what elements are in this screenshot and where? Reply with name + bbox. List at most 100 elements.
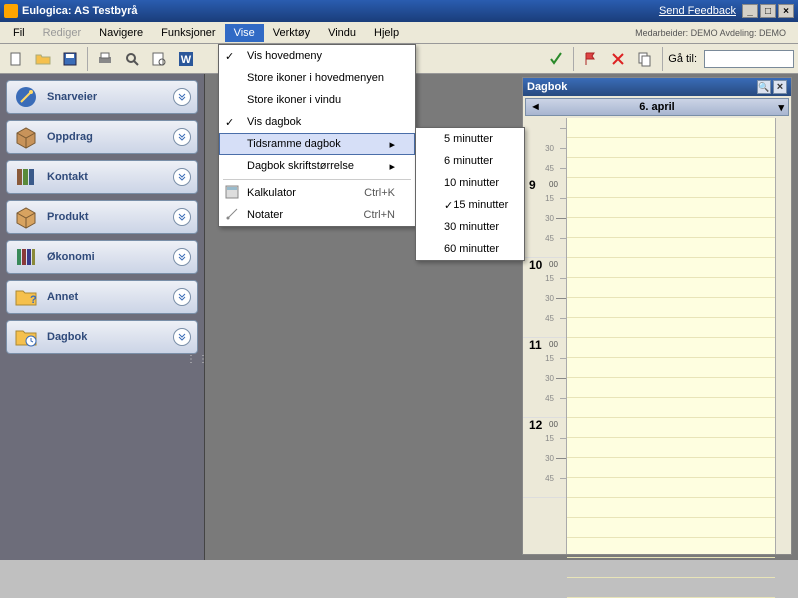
sidebar-item-annet[interactable]: ? Annet — [6, 280, 198, 314]
menu-item-label: Vis hovedmeny — [247, 50, 322, 62]
time-slot[interactable] — [567, 318, 775, 338]
save-icon[interactable] — [58, 47, 82, 71]
copy-icon[interactable] — [633, 47, 657, 71]
menu-item-store-ikoner-i-vindu[interactable]: Store ikoner i vindu — [219, 89, 415, 111]
time-slot[interactable] — [567, 378, 775, 398]
submenu-item-5-minutter[interactable]: 5 minutter — [416, 128, 524, 150]
books-icon — [13, 164, 39, 190]
sidebar-item-label: Produkt — [47, 211, 89, 223]
time-slot[interactable] — [567, 478, 775, 498]
sidebar-item-dagbok[interactable]: Dagbok — [6, 320, 198, 354]
menu-navigere[interactable]: Navigere — [90, 24, 152, 42]
sidebar-item-kontakt[interactable]: Kontakt — [6, 160, 198, 194]
svg-text:W: W — [181, 54, 192, 66]
menu-verktoy[interactable]: Verktøy — [264, 24, 319, 42]
time-slot[interactable] — [567, 158, 775, 178]
menu-item-label: Store ikoner i hovedmenyen — [247, 72, 384, 84]
time-slot[interactable] — [567, 258, 775, 278]
time-slots[interactable] — [567, 118, 775, 554]
close-panel-icon[interactable]: × — [773, 80, 787, 94]
menu-item-dagbok-skriftstørrelse[interactable]: Dagbok skriftstørrelse▸ — [219, 155, 415, 177]
time-slot[interactable] — [567, 518, 775, 538]
menu-item-kalkulator[interactable]: KalkulatorCtrl+K — [219, 182, 415, 204]
sidebar-item-økonomi[interactable]: Økonomi — [6, 240, 198, 274]
date-prev-icon[interactable]: ◄ — [530, 101, 541, 113]
sidebar-item-oppdrag[interactable]: Oppdrag — [6, 120, 198, 154]
time-slot[interactable] — [567, 538, 775, 558]
chevron-down-icon — [173, 248, 191, 266]
menu-item-notater[interactable]: NotaterCtrl+N — [219, 204, 415, 226]
calculator-icon — [225, 185, 241, 201]
dagbok-date-label: 6. april — [639, 101, 674, 113]
shortcut-label: Ctrl+N — [364, 209, 395, 221]
date-dropdown-icon[interactable]: ▾ — [778, 101, 784, 114]
time-slot[interactable] — [567, 398, 775, 418]
menu-fil[interactable]: Fil — [4, 24, 34, 42]
menu-rediger[interactable]: Rediger — [34, 24, 91, 42]
new-icon[interactable] — [4, 47, 28, 71]
time-slot[interactable] — [567, 178, 775, 198]
submenu-item-15-minutter[interactable]: ✓15 minutter — [416, 194, 524, 216]
dagbok-date-bar[interactable]: ◄ 6. april ▾ — [525, 98, 789, 116]
preview-icon[interactable] — [120, 47, 144, 71]
menu-item-store-ikoner-i-hovedmenyen[interactable]: Store ikoner i hovedmenyen — [219, 67, 415, 89]
time-slot[interactable] — [567, 278, 775, 298]
time-slot[interactable] — [567, 578, 775, 598]
time-slot[interactable] — [567, 118, 775, 138]
time-slot[interactable] — [567, 498, 775, 518]
app-icon — [4, 4, 18, 18]
submenu-item-60-minutter[interactable]: 60 minutter — [416, 238, 524, 260]
submenu-item-30-minutter[interactable]: 30 minutter — [416, 216, 524, 238]
time-slot[interactable] — [567, 438, 775, 458]
close-button[interactable]: × — [778, 4, 794, 18]
menu-hjelp[interactable]: Hjelp — [365, 24, 408, 42]
search-icon[interactable]: 🔍 — [757, 80, 771, 94]
go-to-label: Gå til: — [668, 53, 697, 65]
delete-icon[interactable] — [606, 47, 630, 71]
sidebar-item-label: Dagbok — [47, 331, 87, 343]
hour-label: 10 — [529, 258, 542, 272]
submenu-item-10-minutter[interactable]: 10 minutter — [416, 172, 524, 194]
word-icon[interactable]: W — [174, 47, 198, 71]
time-slot[interactable] — [567, 458, 775, 478]
time-slot[interactable] — [567, 558, 775, 578]
time-slot[interactable] — [567, 198, 775, 218]
print-icon[interactable] — [93, 47, 117, 71]
time-slot[interactable] — [567, 418, 775, 438]
time-slot[interactable] — [567, 138, 775, 158]
tidsramme-submenu: 5 minutter6 minutter 10 minutter ✓15 minut… — [415, 127, 525, 261]
scrollbar[interactable] — [775, 118, 791, 554]
time-slot[interactable] — [567, 218, 775, 238]
books2-icon — [13, 244, 39, 270]
submenu-item-6-minutter[interactable]: 6 minutter — [416, 150, 524, 172]
minimize-button[interactable]: _ — [742, 4, 758, 18]
check-icon[interactable] — [544, 47, 568, 71]
menu-vise[interactable]: Vise — [225, 24, 264, 42]
maximize-button[interactable]: □ — [760, 4, 776, 18]
menu-bar: Fil Rediger Navigere Funksjoner Vise Ver… — [0, 22, 798, 44]
time-slot[interactable] — [567, 298, 775, 318]
time-slot[interactable] — [567, 238, 775, 258]
menu-item-tidsramme-dagbok[interactable]: Tidsramme dagbok▸ — [219, 133, 415, 155]
sidebar-item-snarveier[interactable]: Snarveier — [6, 80, 198, 114]
go-to-input[interactable] — [704, 50, 794, 68]
folder-q-icon: ? — [13, 284, 39, 310]
menu-funksjoner[interactable]: Funksjoner — [152, 24, 224, 42]
vise-dropdown-menu: ✓Vis hovedmeny Store ikoner i hovedmenyen… — [218, 44, 416, 227]
send-feedback-link[interactable]: Send Feedback — [659, 5, 736, 17]
sidebar-item-produkt[interactable]: Produkt — [6, 200, 198, 234]
open-icon[interactable] — [31, 47, 55, 71]
menu-item-vis-dagbok[interactable]: ✓Vis dagbok — [219, 111, 415, 133]
title-bar: Eulogica: AS Testbyrå Send Feedback _ □ … — [0, 0, 798, 22]
note-icon — [225, 207, 241, 223]
submenu-item-label: 10 minutter — [444, 177, 499, 189]
time-slot[interactable] — [567, 338, 775, 358]
time-slot[interactable] — [567, 358, 775, 378]
sidebar-item-label: Oppdrag — [47, 131, 93, 143]
menu-vindu[interactable]: Vindu — [319, 24, 365, 42]
menu-item-vis-hovedmeny[interactable]: ✓Vis hovedmeny — [219, 45, 415, 67]
submenu-item-label: 30 minutter — [444, 221, 499, 233]
box-icon — [13, 124, 39, 150]
find-icon[interactable] — [147, 47, 171, 71]
flag-icon[interactable] — [579, 47, 603, 71]
